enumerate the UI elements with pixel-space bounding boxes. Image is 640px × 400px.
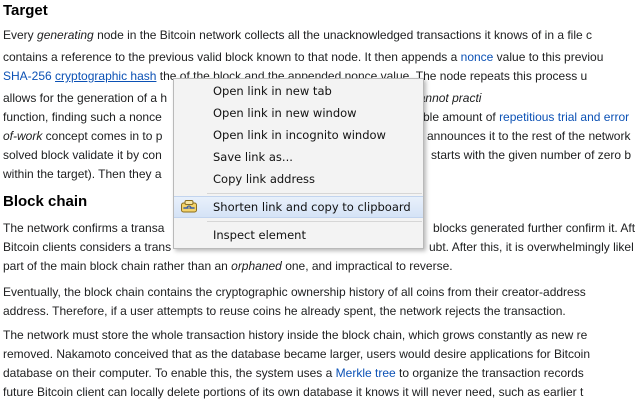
text: The network confirms a transa <box>3 221 165 235</box>
text: Bitcoin clients considers a trans <box>3 240 172 254</box>
link-repetitious-trial[interactable]: repetitious trial and error <box>499 110 629 124</box>
para3-line-1: Eventually, the block chain contains the… <box>3 285 586 299</box>
text: one, and impractical to reverse. <box>281 259 453 273</box>
target-line-6: of-work concept comes in to p announces i… <box>3 129 630 143</box>
text-italic: of-work <box>3 129 43 143</box>
text: ubt. After this, it is overwhelmingly li… <box>429 240 634 254</box>
menu-open-new-window[interactable]: Open link in new window <box>174 103 423 123</box>
target-line-1: Every generating node in the Bitcoin net… <box>3 28 592 42</box>
menu-item-label: Open link in incognito window <box>213 128 386 142</box>
text: within the target). Then they a <box>3 167 162 181</box>
text: to organize the transaction records <box>395 366 584 380</box>
text: ble amount of <box>423 110 500 124</box>
target-line-4: allows for the generation of a hget. Bec… <box>3 91 481 105</box>
heading-target: Target <box>3 2 48 19</box>
text: database on their computer. To enable th… <box>3 366 336 380</box>
text: node in the Bitcoin network collects all… <box>93 28 593 42</box>
text: concept comes in to p <box>42 129 163 143</box>
text: function, finding such a nonce <box>3 110 162 124</box>
menu-item-label: Shorten link and copy to clipboard <box>213 200 411 214</box>
para4-line-1: The network must store the whole transac… <box>3 328 588 342</box>
text: blocks generated further confirm it. Aft <box>433 221 636 235</box>
menu-item-label: Copy link address <box>213 172 316 186</box>
menu-save-link-as[interactable]: Save link as... <box>174 147 423 167</box>
link-nonce[interactable]: nonce <box>461 50 494 64</box>
link-cryptographic-hash[interactable]: cryptographic hash <box>55 69 156 83</box>
menu-item-label: Save link as... <box>213 150 293 164</box>
menu-shorten-link[interactable]: Shorten link and copy to clipboard <box>174 196 423 218</box>
target-line-7: solved block validate it by con starts wi… <box>3 148 631 162</box>
text: starts with the given number of zero b <box>431 148 632 162</box>
block-line-1: The network confirms a transa blocks gene… <box>3 221 635 235</box>
menu-inspect-element[interactable]: Inspect element <box>174 225 423 245</box>
menu-separator <box>207 221 422 222</box>
context-menu: Open link in new tab Open link in new wi… <box>173 78 424 249</box>
block-line-3: part of the main block chain rather than… <box>3 259 453 273</box>
text: value to this previou <box>493 50 604 64</box>
text-italic: orphaned <box>231 259 282 273</box>
menu-open-incognito[interactable]: Open link in incognito window <box>174 125 423 145</box>
target-line-8: within the target). Then they a <box>3 167 162 181</box>
menu-separator <box>207 193 422 194</box>
target-line-5: function, finding such a nonce ble amount… <box>3 110 629 124</box>
block-line-2: Bitcoin clients considers a trans ubt. Af… <box>3 240 634 254</box>
link-merkle-tree[interactable]: Merkle tree <box>336 366 396 380</box>
menu-copy-link-address[interactable]: Copy link address <box>174 169 423 189</box>
link-shortener-icon <box>181 200 197 213</box>
para3-line-2: address. Therefore, if a user attempts t… <box>3 304 566 318</box>
text: allows for the generation of a h <box>3 91 168 105</box>
text-italic: generating <box>37 28 94 42</box>
text: solved block validate it by con <box>3 148 162 162</box>
para4-line-4: future Bitcoin client can locally delete… <box>3 385 584 399</box>
menu-item-label: Open link in new tab <box>213 84 332 98</box>
text: announces it to the rest of the network <box>427 129 631 143</box>
menu-open-new-tab[interactable]: Open link in new tab <box>174 81 423 101</box>
heading-block-chain: Block chain <box>3 193 88 210</box>
text: Every <box>3 28 38 42</box>
text: part of the main block chain rather than… <box>3 259 232 273</box>
para4-line-3: database on their computer. To enable th… <box>3 366 584 380</box>
para4-line-2: removed. Nakamoto conceived that as the … <box>3 347 590 361</box>
text: contains a reference to the previous val… <box>3 50 461 64</box>
menu-item-label: Inspect element <box>213 228 306 242</box>
target-line-2: contains a reference to the previous val… <box>3 50 603 64</box>
link-sha256[interactable]: SHA-256 <box>3 69 52 83</box>
menu-item-label: Open link in new window <box>213 106 357 120</box>
